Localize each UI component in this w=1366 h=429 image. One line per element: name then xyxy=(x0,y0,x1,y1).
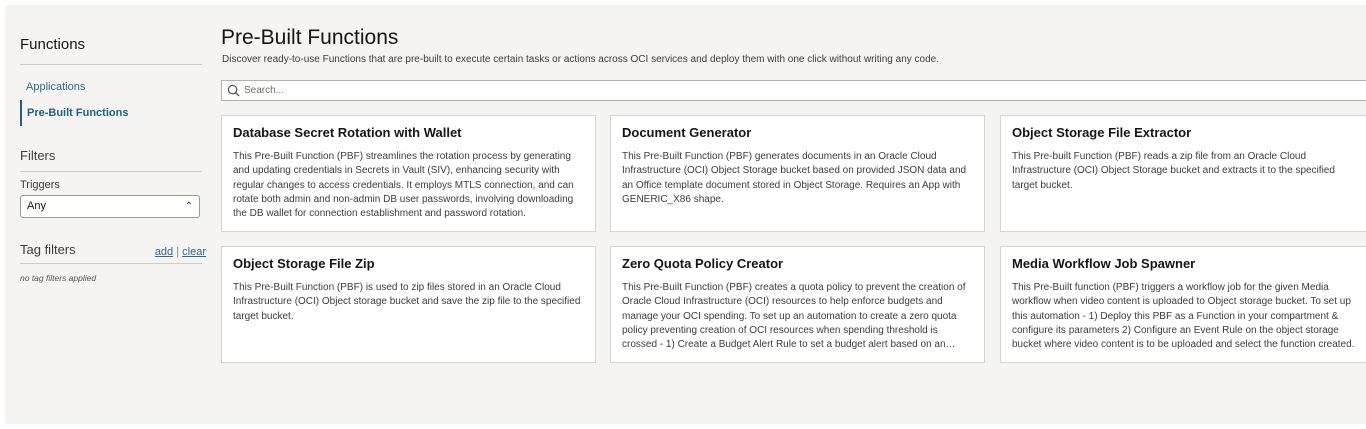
tag-filters-title: Tag filters xyxy=(20,242,76,257)
triggers-select[interactable]: Any ⌃ xyxy=(20,195,200,218)
card-title: Database Secret Rotation with Wallet xyxy=(233,125,462,140)
function-card[interactable]: Zero Quota Policy Creator This Pre-Built… xyxy=(610,246,985,363)
sidebar-item-applications[interactable]: Applications xyxy=(20,78,85,96)
updown-chevron-icon: ⌃ xyxy=(184,201,193,212)
card-title: Media Workflow Job Spawner xyxy=(1012,256,1196,271)
page-title: Pre-Built Functions xyxy=(221,26,399,49)
card-title: Object Storage File Extractor xyxy=(1012,125,1192,140)
card-description: This Pre-Built Function (PBF) creates a … xyxy=(622,282,966,351)
page-description: Discover ready-to-use Functions that are… xyxy=(222,54,939,65)
search-input[interactable]: Search... xyxy=(221,80,1366,101)
card-description: This Pre-Built Function (PBF) generates … xyxy=(622,151,967,205)
card-description: This Pre-built Function (PBF) reads a zi… xyxy=(1012,151,1335,191)
function-card[interactable]: Document Generator This Pre-Built Functi… xyxy=(610,115,985,232)
sidebar-item-pre-built-functions[interactable]: Pre-Built Functions xyxy=(20,100,128,126)
card-title: Document Generator xyxy=(622,125,752,140)
divider xyxy=(20,263,202,264)
triggers-select-value: Any xyxy=(27,200,46,212)
function-card[interactable]: Object Storage File Zip This Pre-Built F… xyxy=(221,246,596,363)
card-description: This Pre-Built Function (PBF) streamline… xyxy=(233,151,574,220)
card-description: This Pre-Built Function (PBF) is used to… xyxy=(233,282,581,322)
function-card[interactable]: Media Workflow Job Spawner This Pre-Buil… xyxy=(1000,246,1366,363)
tag-filter-actions: add | clear xyxy=(155,246,206,258)
search-placeholder: Search... xyxy=(244,85,285,96)
console-frame: Functions Applications Pre-Built Functio… xyxy=(5,5,1366,424)
add-tag-filter-link[interactable]: add xyxy=(155,246,173,258)
card-description: This Pre-Built function (PBF) triggers a… xyxy=(1012,282,1355,351)
divider xyxy=(20,64,202,65)
tag-links-separator: | xyxy=(176,246,180,258)
divider xyxy=(20,171,202,172)
clear-tag-filter-link[interactable]: clear xyxy=(182,246,206,258)
card-title: Object Storage File Zip xyxy=(233,256,375,271)
card-title: Zero Quota Policy Creator xyxy=(622,256,784,271)
triggers-label: Triggers xyxy=(20,179,60,191)
filters-title: Filters xyxy=(20,148,56,163)
sidebar-title: Functions xyxy=(20,36,86,53)
no-tag-filters-text: no tag filters applied xyxy=(20,273,97,283)
function-card[interactable]: Database Secret Rotation with Wallet Thi… xyxy=(221,115,596,232)
function-card[interactable]: Object Storage File Extractor This Pre-b… xyxy=(1000,115,1366,232)
search-icon xyxy=(227,84,240,97)
